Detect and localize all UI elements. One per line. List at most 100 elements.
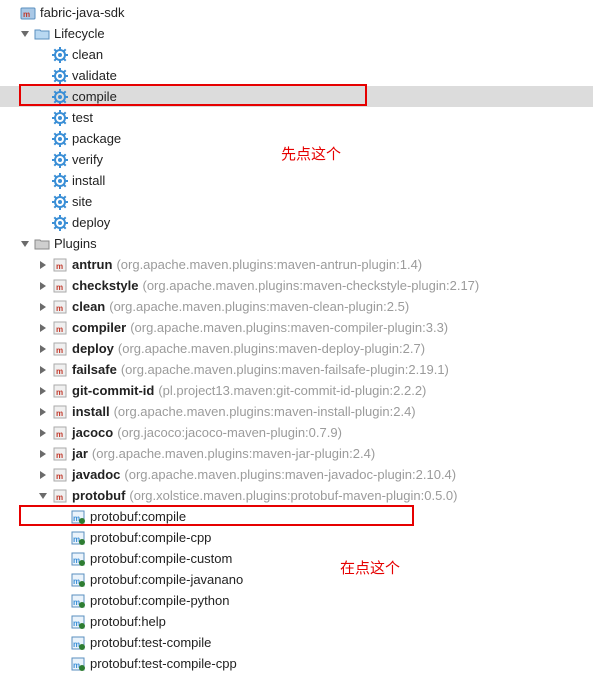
svg-text:m: m bbox=[73, 661, 80, 670]
annotation-second: 在点这个 bbox=[340, 557, 400, 578]
phase-clean[interactable]: clean bbox=[0, 44, 593, 65]
plugin-name: git-commit-id bbox=[72, 383, 154, 398]
plugin-hint: (org.jacoco:jacoco-maven-plugin:0.7.9) bbox=[117, 425, 342, 440]
plugins-row[interactable]: Plugins bbox=[0, 233, 593, 254]
maven-goal-icon: m bbox=[70, 551, 86, 567]
phase-site[interactable]: site bbox=[0, 191, 593, 212]
plugin-row[interactable]: mjar(org.apache.maven.plugins:maven-jar-… bbox=[0, 443, 593, 464]
plugin-row[interactable]: m failsafe (org.apache.maven.plugins:maven… bbox=[0, 359, 593, 380]
plugin-protobuf-row[interactable]: mprotobuf(org.xolstice.maven.plugins:pro… bbox=[0, 485, 593, 506]
svg-text:m: m bbox=[56, 430, 63, 439]
svg-text:m: m bbox=[73, 514, 80, 523]
plugin-row[interactable]: mjacoco(org.jacoco:jacoco-maven-plugin:0… bbox=[0, 422, 593, 443]
goal-row[interactable]: m protobuf:compile-python bbox=[0, 590, 593, 611]
gear-icon bbox=[52, 173, 68, 189]
maven-plugin-icon: m bbox=[52, 425, 68, 441]
maven-plugin-icon: m bbox=[52, 467, 68, 483]
collapsed-icon[interactable] bbox=[36, 342, 50, 356]
phase-label: site bbox=[72, 194, 92, 209]
plugin-hint: (pl.project13.maven:git-commit-id-plugin… bbox=[158, 383, 426, 398]
collapsed-icon[interactable] bbox=[36, 279, 50, 293]
phase-validate[interactable]: validate bbox=[0, 65, 593, 86]
plugin-name: compiler bbox=[72, 320, 126, 335]
plugin-row[interactable]: mjavadoc(org.apache.maven.plugins:maven-… bbox=[0, 464, 593, 485]
expanded-icon[interactable] bbox=[36, 489, 50, 503]
maven-plugin-icon: m bbox=[52, 341, 68, 357]
goal-row[interactable]: mprotobuf:test-compile bbox=[0, 632, 593, 653]
plugin-name: install bbox=[72, 404, 110, 419]
plugin-row[interactable]: m git-commit-id (pl.project13.maven:git-co… bbox=[0, 380, 593, 401]
svg-text:m: m bbox=[56, 409, 63, 418]
project-row[interactable]: m fabric-java-sdk bbox=[0, 2, 593, 23]
goal-row[interactable]: mprotobuf:compile-cpp bbox=[0, 527, 593, 548]
expanded-icon[interactable] bbox=[18, 237, 32, 251]
goal-row[interactable]: m protobuf:compile-javanano bbox=[0, 569, 593, 590]
svg-text:m: m bbox=[56, 493, 63, 502]
collapsed-icon[interactable] bbox=[36, 384, 50, 398]
plugin-hint: (org.apache.maven.plugins:maven-clean-pl… bbox=[109, 299, 409, 314]
collapsed-icon[interactable] bbox=[36, 363, 50, 377]
svg-text:m: m bbox=[56, 472, 63, 481]
plugin-row[interactable]: mcheckstyle(org.apache.maven.plugins:mav… bbox=[0, 275, 593, 296]
gear-icon bbox=[52, 131, 68, 147]
plugin-hint: (org.apache.maven.plugins:maven-checksty… bbox=[143, 278, 480, 293]
expanded-icon[interactable] bbox=[18, 27, 32, 41]
goal-label: protobuf:compile-python bbox=[90, 593, 229, 608]
maven-project-icon: m bbox=[20, 5, 36, 21]
plugin-row[interactable]: mantrun(org.apache.maven.plugins:maven-a… bbox=[0, 254, 593, 275]
goal-label: protobuf:compile-cpp bbox=[90, 530, 211, 545]
collapsed-icon[interactable] bbox=[36, 468, 50, 482]
phase-label: test bbox=[72, 110, 93, 125]
plugin-hint: (org.apache.maven.plugins:maven-deploy-p… bbox=[118, 341, 425, 356]
svg-text:m: m bbox=[73, 577, 80, 586]
goal-row[interactable]: m protobuf:test-compile-cpp bbox=[0, 653, 593, 674]
goal-row[interactable]: mprotobuf:compile-custom bbox=[0, 548, 593, 569]
phase-test[interactable]: test bbox=[0, 107, 593, 128]
maven-plugin-icon: m bbox=[52, 299, 68, 315]
maven-plugin-icon: m bbox=[52, 278, 68, 294]
collapsed-icon[interactable] bbox=[36, 426, 50, 440]
lifecycle-row[interactable]: Lifecycle bbox=[0, 23, 593, 44]
collapsed-icon[interactable] bbox=[36, 300, 50, 314]
goal-label: protobuf:test-compile-cpp bbox=[90, 656, 237, 671]
phase-install[interactable]: install bbox=[0, 170, 593, 191]
folder-icon bbox=[34, 26, 50, 42]
gear-icon bbox=[52, 47, 68, 63]
plugin-row[interactable]: mcompiler(org.apache.maven.plugins:maven… bbox=[0, 317, 593, 338]
svg-text:m: m bbox=[56, 367, 63, 376]
svg-text:m: m bbox=[56, 451, 63, 460]
collapsed-icon[interactable] bbox=[36, 258, 50, 272]
svg-text:m: m bbox=[56, 325, 63, 334]
plugin-row[interactable]: minstall(org.apache.maven.plugins:maven-… bbox=[0, 401, 593, 422]
svg-text:m: m bbox=[56, 346, 63, 355]
goal-protobuf-compile[interactable]: mprotobuf:compile bbox=[0, 506, 593, 527]
phase-label: clean bbox=[72, 47, 103, 62]
plugin-name: javadoc bbox=[72, 467, 120, 482]
maven-plugin-icon: m bbox=[52, 383, 68, 399]
goal-row[interactable]: mprotobuf:help bbox=[0, 611, 593, 632]
plugin-name: failsafe bbox=[72, 362, 117, 377]
phase-deploy[interactable]: deploy bbox=[0, 212, 593, 233]
svg-text:m: m bbox=[56, 304, 63, 313]
lifecycle-label: Lifecycle bbox=[54, 26, 105, 41]
maven-goal-icon: m bbox=[70, 593, 86, 609]
maven-goal-icon: m bbox=[70, 614, 86, 630]
plugin-hint: (org.xolstice.maven.plugins:protobuf-mav… bbox=[129, 488, 457, 503]
maven-plugin-icon: m bbox=[52, 404, 68, 420]
collapsed-icon[interactable] bbox=[36, 405, 50, 419]
svg-text:m: m bbox=[56, 388, 63, 397]
collapsed-icon[interactable] bbox=[36, 447, 50, 461]
maven-plugin-icon: m bbox=[52, 257, 68, 273]
gear-icon bbox=[52, 68, 68, 84]
svg-text:m: m bbox=[23, 10, 30, 19]
phase-compile[interactable]: compile bbox=[0, 86, 593, 107]
plugin-row[interactable]: mdeploy(org.apache.maven.plugins:maven-d… bbox=[0, 338, 593, 359]
collapsed-icon[interactable] bbox=[36, 321, 50, 335]
phase-label: package bbox=[72, 131, 121, 146]
collapse-icon[interactable] bbox=[4, 6, 18, 20]
maven-goal-icon: m bbox=[70, 509, 86, 525]
plugin-name: jar bbox=[72, 446, 88, 461]
goal-label: protobuf:compile-javanano bbox=[90, 572, 243, 587]
plugin-row[interactable]: mclean(org.apache.maven.plugins:maven-cl… bbox=[0, 296, 593, 317]
plugin-hint: (org.apache.maven.plugins:maven-failsafe… bbox=[121, 362, 449, 377]
